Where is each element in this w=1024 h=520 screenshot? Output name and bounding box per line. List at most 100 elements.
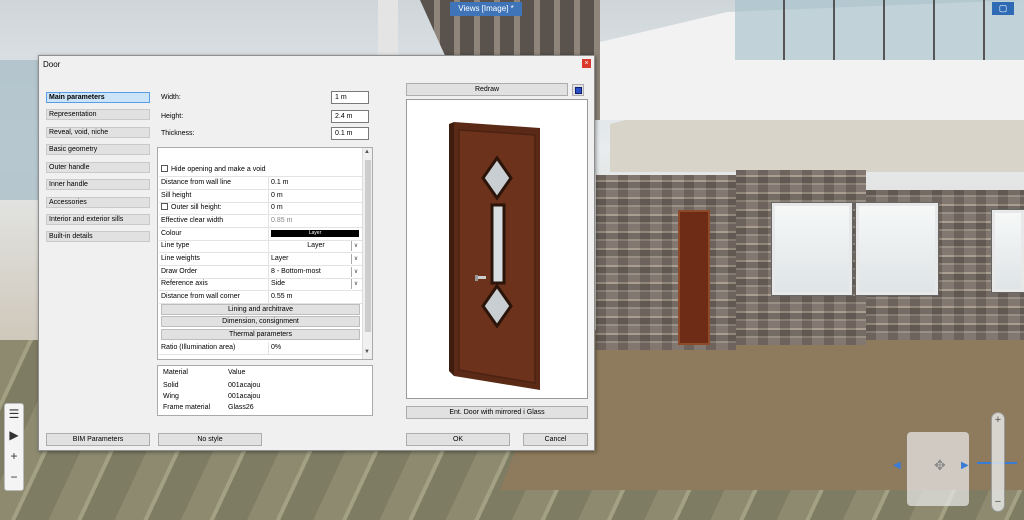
zoom-out-icon[interactable]: − xyxy=(992,495,1004,509)
section-thermal-parameters[interactable]: Thermal parameters xyxy=(161,329,360,340)
table-row: Effective clear width 0.85 m xyxy=(159,215,362,228)
hide-opening-row[interactable]: Hide opening and make a void xyxy=(159,164,362,177)
nav-built-in-details[interactable]: Built-in details xyxy=(46,231,150,242)
door-name-button[interactable]: Ent. Door with mirrored i Glass xyxy=(406,406,588,419)
window-left xyxy=(771,202,853,296)
thickness-label: Thickness: xyxy=(161,130,195,137)
cancel-button[interactable]: Cancel xyxy=(523,433,588,446)
door-preview xyxy=(406,99,588,399)
nav-accessories[interactable]: Accessories xyxy=(46,197,150,208)
clear-width-label: Effective clear width xyxy=(161,217,224,224)
rotate-right-icon[interactable]: ▶ xyxy=(961,460,969,471)
table-row[interactable]: Line type Layer ∨ xyxy=(159,240,362,253)
redraw-button[interactable]: Redraw xyxy=(406,83,568,96)
plus-icon[interactable]: + xyxy=(10,446,17,467)
clear-width-value: 0.85 m xyxy=(268,215,361,227)
nav-interior-exterior-sills[interactable]: Interior and exterior sills xyxy=(46,214,150,225)
window-mid xyxy=(855,202,939,296)
views-tab[interactable]: Views [Image] * xyxy=(450,2,522,16)
table-row[interactable]: Line weights Layer ∨ xyxy=(159,253,362,266)
minus-icon[interactable]: − xyxy=(10,467,17,488)
door-3d xyxy=(678,210,710,345)
table-row[interactable]: Sill height 0 m xyxy=(159,190,362,203)
scrollbar[interactable]: ▲ ▼ xyxy=(362,148,372,359)
draw-order-value[interactable]: 8 - Bottom-most xyxy=(271,268,321,275)
table-row[interactable]: Reference axis Side ∨ xyxy=(159,278,362,291)
door-dialog: Door × Main parameters Representation Re… xyxy=(38,55,595,451)
close-icon[interactable]: × xyxy=(582,59,591,68)
section-dimension-consignment[interactable]: Dimension, consignment xyxy=(161,316,360,327)
material-table: Material Value Solid 001acajou Wing 001a… xyxy=(157,365,373,416)
bim-parameters-button[interactable]: BIM Parameters xyxy=(46,433,150,446)
section-lining-architrave[interactable]: Lining and architrave xyxy=(161,304,360,315)
table-row[interactable]: Ratio (Illumination area) 0% xyxy=(159,342,362,355)
play-icon[interactable]: ▶ xyxy=(9,425,18,446)
ratio-value[interactable]: 0% xyxy=(268,342,361,354)
width-input[interactable]: 1 m xyxy=(331,91,369,104)
chevron-down-icon[interactable]: ∨ xyxy=(351,254,360,264)
rotate-left-icon[interactable]: ◀ xyxy=(893,460,901,471)
material-key: Wing xyxy=(163,393,179,400)
zoom-in-icon[interactable]: + xyxy=(992,413,1004,427)
chevron-down-icon[interactable]: ∨ xyxy=(351,279,360,289)
window-right xyxy=(991,209,1024,293)
table-row[interactable]: Distance from wall line 0.1 m xyxy=(159,177,362,190)
material-value[interactable]: 001acajou xyxy=(228,393,260,400)
navigation-widget: ◀ ▶ ✥ + − xyxy=(893,410,1018,515)
left-toolbar: ☰ ▶ + − xyxy=(4,403,24,491)
value-column-header: Value xyxy=(228,369,246,376)
material-key: Solid xyxy=(163,382,179,389)
colour-label: Colour xyxy=(161,230,182,237)
material-value[interactable]: Glass26 xyxy=(228,404,254,411)
draw-order-label: Draw Order xyxy=(161,268,198,275)
line-weights-value[interactable]: Layer xyxy=(271,255,289,262)
table-row[interactable]: Draw Order 8 - Bottom-most ∨ xyxy=(159,266,362,279)
nav-main-parameters[interactable]: Main parameters xyxy=(46,92,150,103)
hide-opening-checkbox[interactable] xyxy=(161,165,168,172)
reference-axis-value[interactable]: Side xyxy=(271,280,285,287)
width-label: Width: xyxy=(161,94,181,101)
scroll-up-icon[interactable]: ▲ xyxy=(364,149,370,155)
pan-icon[interactable]: ✥ xyxy=(934,457,946,474)
distance-wall-line-value[interactable]: 0.1 m xyxy=(268,177,361,189)
cube-icon[interactable] xyxy=(572,84,584,96)
table-row[interactable]: Outer sill height: 0 m xyxy=(159,202,362,215)
list-icon[interactable]: ☰ xyxy=(9,404,20,425)
material-column-header: Material xyxy=(163,369,188,376)
nav-outer-handle[interactable]: Outer handle xyxy=(46,162,150,173)
nav-inner-handle[interactable]: Inner handle xyxy=(46,179,150,190)
line-type-value[interactable]: Layer xyxy=(307,242,325,249)
table-row[interactable]: Distance from wall corner 0.55 m xyxy=(159,291,362,304)
chevron-down-icon[interactable]: ∨ xyxy=(351,267,360,277)
outer-sill-checkbox[interactable] xyxy=(161,203,168,210)
door-preview-icon xyxy=(449,122,540,390)
stone-wall-left xyxy=(596,175,736,350)
sill-height-value[interactable]: 0 m xyxy=(268,190,361,202)
material-value[interactable]: 001acajou xyxy=(228,382,260,389)
scrollbar-thumb[interactable] xyxy=(365,160,371,332)
nav-reveal-void-niche[interactable]: Reveal, void, niche xyxy=(46,127,150,138)
ok-button[interactable]: OK xyxy=(406,433,510,446)
scroll-down-icon[interactable]: ▼ xyxy=(364,349,370,355)
line-weights-label: Line weights xyxy=(161,255,200,262)
colour-swatch[interactable]: Layer xyxy=(271,230,359,237)
chevron-down-icon[interactable]: ∨ xyxy=(351,241,360,251)
style-button[interactable]: No style xyxy=(158,433,262,446)
window-restore-icon[interactable]: ▢ xyxy=(992,2,1014,15)
reference-axis-label: Reference axis xyxy=(161,280,208,287)
glass-railing xyxy=(735,0,1024,60)
distance-corner-label: Distance from wall corner xyxy=(161,293,240,300)
hide-opening-label: Hide opening and make a void xyxy=(171,166,266,173)
nav-representation[interactable]: Representation xyxy=(46,109,150,120)
parameter-table: Hide opening and make a void Distance fr… xyxy=(157,147,373,360)
distance-corner-value[interactable]: 0.55 m xyxy=(268,291,361,303)
sill-height-label: Sill height xyxy=(161,192,192,199)
nav-basic-geometry[interactable]: Basic geometry xyxy=(46,144,150,155)
outer-sill-value[interactable]: 0 m xyxy=(268,202,361,214)
thickness-input[interactable]: 0.1 m xyxy=(331,127,369,140)
line-type-label: Line type xyxy=(161,242,190,249)
zoom-bar[interactable]: + − xyxy=(991,412,1005,512)
material-key: Frame material xyxy=(163,404,211,411)
height-input[interactable]: 2.4 m xyxy=(331,110,369,123)
table-row[interactable]: Colour Layer xyxy=(159,228,362,241)
